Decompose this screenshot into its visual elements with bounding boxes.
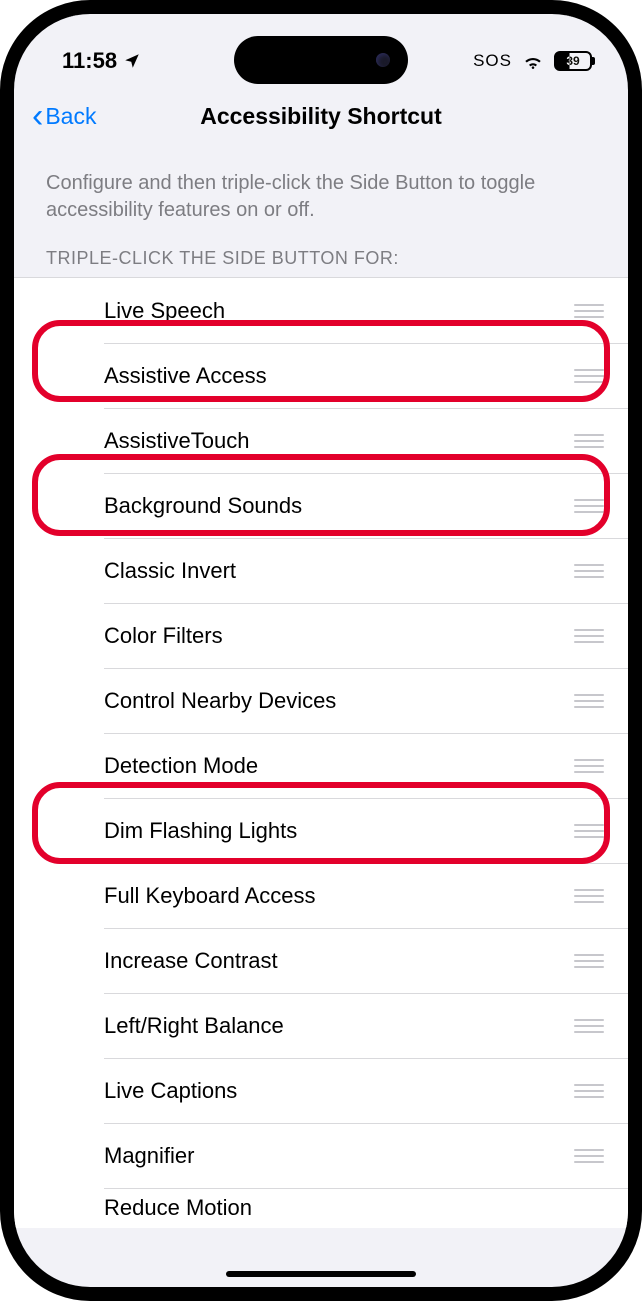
status-time: 11:58 [62,48,117,74]
list-item[interactable]: Dim Flashing Lights [14,798,628,863]
list-item-label: Control Nearby Devices [104,688,574,714]
list-item-label: Dim Flashing Lights [104,818,574,844]
list-item[interactable]: Increase Contrast [14,928,628,993]
drag-handle-icon[interactable] [574,824,604,838]
list-item[interactable]: Detection Mode [14,733,628,798]
drag-handle-icon[interactable] [574,759,604,773]
drag-handle-icon[interactable] [574,304,604,318]
drag-handle-icon[interactable] [574,694,604,708]
nav-bar: ‹ Back Accessibility Shortcut [14,84,628,148]
list-item-label: Color Filters [104,623,574,649]
list-item-label: Detection Mode [104,753,574,779]
list-item-label: Full Keyboard Access [104,883,574,909]
drag-handle-icon[interactable] [574,889,604,903]
list-item-label: AssistiveTouch [104,428,574,454]
list-item[interactable]: Background Sounds [14,473,628,538]
intro-text: Configure and then triple-click the Side… [14,148,628,248]
list-item[interactable]: Control Nearby Devices [14,668,628,733]
section-header: TRIPLE-CLICK THE SIDE BUTTON FOR: [14,248,628,277]
drag-handle-icon[interactable] [574,564,604,578]
list-item[interactable]: Assistive Access [14,343,628,408]
list-item-label: Reduce Motion [104,1195,604,1221]
list-item-label: Live Speech [104,298,574,324]
phone-frame: 11:58 SOS 39 ‹ Back Accessibility Shortc… [0,0,642,1301]
list-item[interactable]: Left/Right Balance [14,993,628,1058]
list-item-label: Left/Right Balance [104,1013,574,1039]
list-item-label: Live Captions [104,1078,574,1104]
list-item-label: Increase Contrast [104,948,574,974]
page-title: Accessibility Shortcut [200,103,442,130]
back-label: Back [45,103,96,130]
drag-handle-icon[interactable] [574,1019,604,1033]
list-item[interactable]: Live Speech [14,278,628,343]
list-item[interactable]: Magnifier [14,1123,628,1188]
list-item[interactable]: Reduce Motion [14,1188,628,1228]
list-item[interactable]: Live Captions [14,1058,628,1123]
shortcut-list: Live Speech Assistive Access AssistiveTo… [14,277,628,1228]
list-item[interactable]: AssistiveTouch [14,408,628,473]
wifi-icon [522,53,544,69]
list-item[interactable]: Color Filters [14,603,628,668]
list-item[interactable]: Full Keyboard Access [14,863,628,928]
list-item-label: Classic Invert [104,558,574,584]
drag-handle-icon[interactable] [574,1149,604,1163]
list-item-label: Background Sounds [104,493,574,519]
battery-indicator: 39 [554,51,592,71]
list-item-label: Magnifier [104,1143,574,1169]
dynamic-island [234,36,408,84]
drag-handle-icon[interactable] [574,369,604,383]
drag-handle-icon[interactable] [574,434,604,448]
drag-handle-icon[interactable] [574,1084,604,1098]
chevron-left-icon: ‹ [32,99,43,133]
list-item[interactable]: Classic Invert [14,538,628,603]
drag-handle-icon[interactable] [574,629,604,643]
drag-handle-icon[interactable] [574,954,604,968]
sos-indicator: SOS [473,51,512,71]
list-item-label: Assistive Access [104,363,574,389]
home-indicator[interactable] [226,1271,416,1277]
location-icon [123,52,141,70]
drag-handle-icon[interactable] [574,499,604,513]
back-button[interactable]: ‹ Back [32,99,96,133]
